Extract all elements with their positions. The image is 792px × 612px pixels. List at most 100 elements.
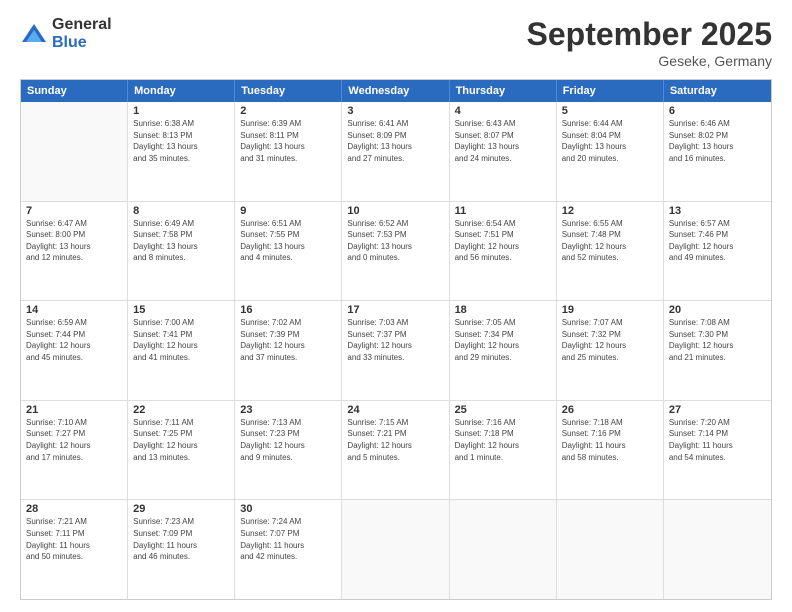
calendar-cell: 5Sunrise: 6:44 AM Sunset: 8:04 PM Daylig… xyxy=(557,102,664,201)
calendar-cell: 26Sunrise: 7:18 AM Sunset: 7:16 PM Dayli… xyxy=(557,401,664,500)
calendar-header-cell: Thursday xyxy=(450,80,557,102)
day-info: Sunrise: 7:15 AM Sunset: 7:21 PM Dayligh… xyxy=(347,417,443,463)
calendar-cell: 8Sunrise: 6:49 AM Sunset: 7:58 PM Daylig… xyxy=(128,202,235,301)
day-number: 10 xyxy=(347,205,443,217)
calendar-cell: 29Sunrise: 7:23 AM Sunset: 7:09 PM Dayli… xyxy=(128,500,235,599)
page: General Blue September 2025 Geseke, Germ… xyxy=(0,0,792,612)
day-number: 26 xyxy=(562,404,658,416)
calendar-cell: 11Sunrise: 6:54 AM Sunset: 7:51 PM Dayli… xyxy=(450,202,557,301)
calendar-cell: 22Sunrise: 7:11 AM Sunset: 7:25 PM Dayli… xyxy=(128,401,235,500)
day-info: Sunrise: 7:18 AM Sunset: 7:16 PM Dayligh… xyxy=(562,417,658,463)
logo-general: General xyxy=(52,16,112,34)
day-number: 13 xyxy=(669,205,766,217)
calendar-cell: 19Sunrise: 7:07 AM Sunset: 7:32 PM Dayli… xyxy=(557,301,664,400)
day-info: Sunrise: 6:44 AM Sunset: 8:04 PM Dayligh… xyxy=(562,118,658,164)
calendar-row: 14Sunrise: 6:59 AM Sunset: 7:44 PM Dayli… xyxy=(21,300,771,400)
calendar-cell: 9Sunrise: 6:51 AM Sunset: 7:55 PM Daylig… xyxy=(235,202,342,301)
day-number: 30 xyxy=(240,503,336,515)
calendar-cell: 3Sunrise: 6:41 AM Sunset: 8:09 PM Daylig… xyxy=(342,102,449,201)
logo-blue: Blue xyxy=(52,34,112,52)
day-number: 27 xyxy=(669,404,766,416)
day-number: 8 xyxy=(133,205,229,217)
calendar-header-cell: Tuesday xyxy=(235,80,342,102)
logo: General Blue xyxy=(20,16,112,51)
calendar: SundayMondayTuesdayWednesdayThursdayFrid… xyxy=(20,79,772,600)
day-number: 6 xyxy=(669,105,766,117)
calendar-row: 7Sunrise: 6:47 AM Sunset: 8:00 PM Daylig… xyxy=(21,201,771,301)
calendar-row: 1Sunrise: 6:38 AM Sunset: 8:13 PM Daylig… xyxy=(21,102,771,201)
day-number: 16 xyxy=(240,304,336,316)
calendar-cell: 7Sunrise: 6:47 AM Sunset: 8:00 PM Daylig… xyxy=(21,202,128,301)
day-number: 25 xyxy=(455,404,551,416)
calendar-cell: 15Sunrise: 7:00 AM Sunset: 7:41 PM Dayli… xyxy=(128,301,235,400)
calendar-cell: 20Sunrise: 7:08 AM Sunset: 7:30 PM Dayli… xyxy=(664,301,771,400)
calendar-cell: 28Sunrise: 7:21 AM Sunset: 7:11 PM Dayli… xyxy=(21,500,128,599)
day-number: 4 xyxy=(455,105,551,117)
day-number: 21 xyxy=(26,404,122,416)
calendar-cell xyxy=(557,500,664,599)
day-info: Sunrise: 7:11 AM Sunset: 7:25 PM Dayligh… xyxy=(133,417,229,463)
day-info: Sunrise: 6:49 AM Sunset: 7:58 PM Dayligh… xyxy=(133,218,229,264)
day-info: Sunrise: 6:38 AM Sunset: 8:13 PM Dayligh… xyxy=(133,118,229,164)
day-number: 9 xyxy=(240,205,336,217)
calendar-header-cell: Sunday xyxy=(21,80,128,102)
calendar-cell xyxy=(450,500,557,599)
day-info: Sunrise: 7:07 AM Sunset: 7:32 PM Dayligh… xyxy=(562,317,658,363)
day-number: 3 xyxy=(347,105,443,117)
calendar-cell xyxy=(21,102,128,201)
day-info: Sunrise: 7:00 AM Sunset: 7:41 PM Dayligh… xyxy=(133,317,229,363)
calendar-cell: 13Sunrise: 6:57 AM Sunset: 7:46 PM Dayli… xyxy=(664,202,771,301)
day-info: Sunrise: 6:59 AM Sunset: 7:44 PM Dayligh… xyxy=(26,317,122,363)
day-info: Sunrise: 7:16 AM Sunset: 7:18 PM Dayligh… xyxy=(455,417,551,463)
day-info: Sunrise: 6:47 AM Sunset: 8:00 PM Dayligh… xyxy=(26,218,122,264)
calendar-cell: 16Sunrise: 7:02 AM Sunset: 7:39 PM Dayli… xyxy=(235,301,342,400)
calendar-cell: 4Sunrise: 6:43 AM Sunset: 8:07 PM Daylig… xyxy=(450,102,557,201)
title-month: September 2025 xyxy=(527,16,772,53)
calendar-header-cell: Wednesday xyxy=(342,80,449,102)
day-info: Sunrise: 7:10 AM Sunset: 7:27 PM Dayligh… xyxy=(26,417,122,463)
calendar-cell: 12Sunrise: 6:55 AM Sunset: 7:48 PM Dayli… xyxy=(557,202,664,301)
calendar-cell xyxy=(342,500,449,599)
calendar-header-cell: Monday xyxy=(128,80,235,102)
logo-text: General Blue xyxy=(52,16,112,51)
calendar-header: SundayMondayTuesdayWednesdayThursdayFrid… xyxy=(21,80,771,102)
title-block: September 2025 Geseke, Germany xyxy=(527,16,772,69)
day-number: 19 xyxy=(562,304,658,316)
calendar-cell: 18Sunrise: 7:05 AM Sunset: 7:34 PM Dayli… xyxy=(450,301,557,400)
calendar-row: 21Sunrise: 7:10 AM Sunset: 7:27 PM Dayli… xyxy=(21,400,771,500)
title-location: Geseke, Germany xyxy=(527,53,772,69)
calendar-cell: 2Sunrise: 6:39 AM Sunset: 8:11 PM Daylig… xyxy=(235,102,342,201)
calendar-cell xyxy=(664,500,771,599)
calendar-cell: 21Sunrise: 7:10 AM Sunset: 7:27 PM Dayli… xyxy=(21,401,128,500)
day-number: 20 xyxy=(669,304,766,316)
day-number: 28 xyxy=(26,503,122,515)
day-number: 14 xyxy=(26,304,122,316)
day-info: Sunrise: 7:23 AM Sunset: 7:09 PM Dayligh… xyxy=(133,516,229,562)
day-info: Sunrise: 6:51 AM Sunset: 7:55 PM Dayligh… xyxy=(240,218,336,264)
calendar-row: 28Sunrise: 7:21 AM Sunset: 7:11 PM Dayli… xyxy=(21,499,771,599)
day-info: Sunrise: 7:21 AM Sunset: 7:11 PM Dayligh… xyxy=(26,516,122,562)
day-number: 22 xyxy=(133,404,229,416)
day-info: Sunrise: 7:20 AM Sunset: 7:14 PM Dayligh… xyxy=(669,417,766,463)
calendar-header-cell: Friday xyxy=(557,80,664,102)
day-info: Sunrise: 6:54 AM Sunset: 7:51 PM Dayligh… xyxy=(455,218,551,264)
day-info: Sunrise: 6:43 AM Sunset: 8:07 PM Dayligh… xyxy=(455,118,551,164)
day-info: Sunrise: 7:24 AM Sunset: 7:07 PM Dayligh… xyxy=(240,516,336,562)
day-info: Sunrise: 6:46 AM Sunset: 8:02 PM Dayligh… xyxy=(669,118,766,164)
day-number: 23 xyxy=(240,404,336,416)
day-info: Sunrise: 7:02 AM Sunset: 7:39 PM Dayligh… xyxy=(240,317,336,363)
calendar-body: 1Sunrise: 6:38 AM Sunset: 8:13 PM Daylig… xyxy=(21,102,771,599)
day-info: Sunrise: 6:55 AM Sunset: 7:48 PM Dayligh… xyxy=(562,218,658,264)
day-number: 29 xyxy=(133,503,229,515)
calendar-cell: 25Sunrise: 7:16 AM Sunset: 7:18 PM Dayli… xyxy=(450,401,557,500)
calendar-cell: 23Sunrise: 7:13 AM Sunset: 7:23 PM Dayli… xyxy=(235,401,342,500)
day-info: Sunrise: 6:57 AM Sunset: 7:46 PM Dayligh… xyxy=(669,218,766,264)
day-info: Sunrise: 6:39 AM Sunset: 8:11 PM Dayligh… xyxy=(240,118,336,164)
day-info: Sunrise: 6:41 AM Sunset: 8:09 PM Dayligh… xyxy=(347,118,443,164)
day-info: Sunrise: 7:05 AM Sunset: 7:34 PM Dayligh… xyxy=(455,317,551,363)
day-number: 11 xyxy=(455,205,551,217)
day-number: 15 xyxy=(133,304,229,316)
day-number: 12 xyxy=(562,205,658,217)
calendar-cell: 24Sunrise: 7:15 AM Sunset: 7:21 PM Dayli… xyxy=(342,401,449,500)
day-number: 5 xyxy=(562,105,658,117)
